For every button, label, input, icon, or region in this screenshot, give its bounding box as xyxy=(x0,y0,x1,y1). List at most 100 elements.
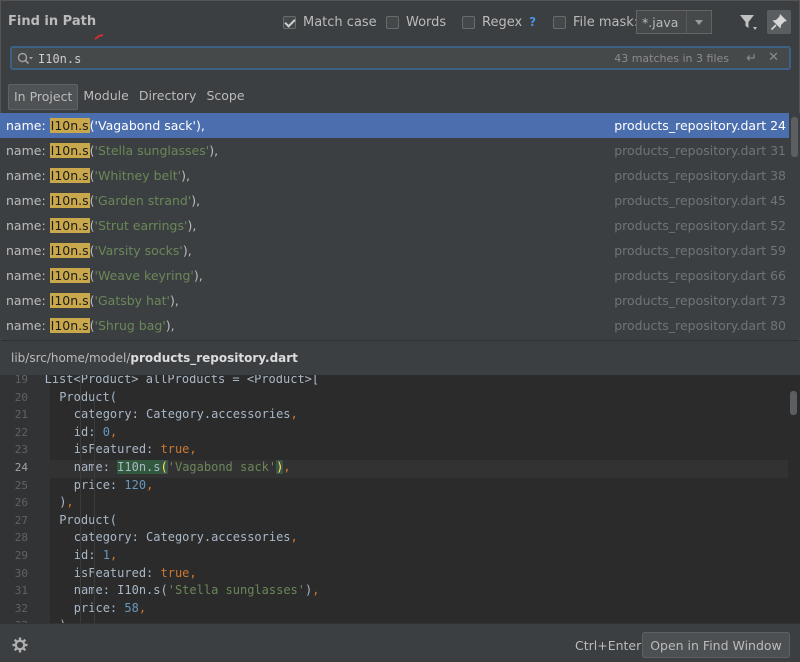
pin-button[interactable] xyxy=(767,10,791,34)
indent-guide xyxy=(94,393,95,623)
result-arg: 'Garden strand' xyxy=(94,193,192,208)
result-match: I10n.s xyxy=(49,318,90,333)
result-text: name: I10n.s('Vagabond sack'), xyxy=(6,113,205,138)
file-mask-value[interactable]: *.java xyxy=(642,15,678,30)
result-location: products_repository.dart 66 xyxy=(614,263,786,288)
match-case-label: Match case xyxy=(303,14,377,30)
code-token: Product( xyxy=(59,389,117,404)
result-row[interactable]: name: I10n.s('Varsity socks'), products_r… xyxy=(0,238,789,263)
result-file: products_repository.dart xyxy=(614,118,767,133)
code-token: category: Category.accessories xyxy=(73,530,291,545)
code-token: isFeatured: xyxy=(73,565,161,580)
code-preview[interactable]: 19 List<Product> allProducts = <Product>[… xyxy=(0,375,800,623)
words-checkbox[interactable] xyxy=(386,15,399,29)
result-row[interactable]: name: I10n.s('Stella sunglasses'), produc… xyxy=(0,138,789,163)
match-case-option[interactable]: Match case xyxy=(283,12,377,32)
code-line: ), xyxy=(59,495,73,509)
match-case-checkbox[interactable] xyxy=(283,15,296,29)
code-token: Product( xyxy=(59,512,117,527)
result-suffix: ), xyxy=(195,118,205,133)
chevron-down-icon[interactable] xyxy=(686,11,711,33)
results-scrollbar-thumb[interactable] xyxy=(791,117,798,157)
regex-label: Regex xyxy=(482,14,523,30)
dialog-title: Find in Path xyxy=(8,14,97,29)
result-match: I10n.s xyxy=(49,268,90,283)
result-arg: 'Stella sunglasses' xyxy=(94,143,210,158)
line-number: 28 xyxy=(14,531,28,545)
file-mask-checkbox[interactable] xyxy=(553,15,566,29)
code-token: 1 xyxy=(102,548,110,562)
result-suffix: ), xyxy=(193,268,203,283)
editor-scrollbar[interactable] xyxy=(788,375,800,623)
result-suffix: ), xyxy=(169,293,179,308)
result-text: name: I10n.s('Gatsby hat'), xyxy=(6,288,179,313)
regex-help-icon[interactable]: ? xyxy=(529,15,536,29)
code-line: Product( xyxy=(59,390,117,404)
result-row[interactable]: name: I10n.s('Shrug bag'), products_repos… xyxy=(0,313,789,338)
result-row[interactable]: name: I10n.s('Weave keyring'), products_r… xyxy=(0,263,789,288)
gear-icon[interactable] xyxy=(12,637,28,653)
result-prefix: name: xyxy=(6,143,50,158)
tab-directory[interactable]: Directory xyxy=(134,84,202,108)
result-arg: 'Whitney belt' xyxy=(94,168,182,183)
result-text: name: I10n.s('Whitney belt'), xyxy=(6,163,190,188)
filter-icon[interactable] xyxy=(738,12,758,32)
search-icon[interactable] xyxy=(16,51,34,67)
code-token: , xyxy=(290,530,298,545)
result-row[interactable]: name: I10n.s('Vagabond sack'), products_r… xyxy=(0,113,789,138)
dialog-footer: Ctrl+Enter Open in Find Window xyxy=(0,623,800,662)
code-token: id: xyxy=(73,424,103,439)
result-match: I10n.s xyxy=(49,118,90,133)
result-row[interactable]: name: I10n.s('Gatsby hat'), products_repo… xyxy=(0,288,789,313)
result-match: I10n.s xyxy=(49,293,90,308)
code-token: isFeatured: xyxy=(73,442,161,457)
search-field[interactable]: 43 matches in 3 files ↵ ✕ xyxy=(10,46,791,70)
result-arg: 'Varsity socks' xyxy=(94,243,183,258)
result-suffix: ), xyxy=(181,168,190,183)
result-location: products_repository.dart 31 xyxy=(614,138,786,163)
result-line: 52 xyxy=(770,218,786,233)
code-line: isFeatured: true, xyxy=(74,442,197,456)
result-file: products_repository.dart xyxy=(614,218,767,233)
regex-checkbox[interactable] xyxy=(462,15,475,29)
enter-icon[interactable]: ↵ xyxy=(746,51,757,66)
code-line: name: I10n.s('Stella sunglasses'), xyxy=(74,583,320,597)
code-token: id: xyxy=(73,548,103,562)
regex-option[interactable]: Regex ? xyxy=(462,12,536,32)
file-mask-combo[interactable]: *.java xyxy=(636,10,712,34)
results-scrollbar[interactable] xyxy=(789,113,800,339)
open-in-find-window-button[interactable]: Open in Find Window xyxy=(642,632,790,658)
line-number: 19 xyxy=(14,375,28,386)
result-prefix: name: xyxy=(6,293,50,308)
result-row[interactable]: name: I10n.s('Strut earrings'), products_… xyxy=(0,213,789,238)
code-token: , xyxy=(189,565,197,580)
result-row[interactable]: name: I10n.s('Garden strand'), products_r… xyxy=(0,188,789,213)
results-list: name: I10n.s('Vagabond sack'), products_r… xyxy=(0,113,800,339)
result-arg: 'Weave keyring' xyxy=(94,268,194,283)
search-input[interactable] xyxy=(38,50,458,68)
result-line: 31 xyxy=(770,143,786,158)
cursor-mark-icon xyxy=(94,34,104,40)
words-label: Words xyxy=(406,14,447,30)
result-row[interactable]: name: I10n.s('Whitney belt'), products_re… xyxy=(0,163,789,188)
tab-module[interactable]: Module xyxy=(78,84,133,108)
line-number: 24 xyxy=(14,461,28,474)
line-number: 25 xyxy=(14,478,28,492)
words-option[interactable]: Words xyxy=(386,12,446,32)
result-prefix: name: xyxy=(6,168,50,183)
result-suffix: ), xyxy=(191,193,201,208)
file-mask-label: File mask: xyxy=(573,14,639,30)
file-mask-option[interactable]: File mask: xyxy=(553,12,638,32)
line-number: 22 xyxy=(14,425,28,439)
tab-scope[interactable]: Scope xyxy=(201,84,249,108)
close-icon[interactable]: ✕ xyxy=(768,50,779,65)
code-line: price: 120, xyxy=(74,478,154,492)
editor-scrollbar-thumb[interactable] xyxy=(790,391,797,415)
result-location: products_repository.dart 24 xyxy=(614,113,786,138)
line-number: 31 xyxy=(14,584,28,598)
tab-in-project[interactable]: In Project xyxy=(8,84,79,110)
line-number: 32 xyxy=(14,601,28,615)
result-prefix: name: xyxy=(6,118,50,133)
dialog-header: Find in Path Match case Words Regex ? Fi… xyxy=(0,0,800,44)
code-token: , xyxy=(138,600,147,615)
